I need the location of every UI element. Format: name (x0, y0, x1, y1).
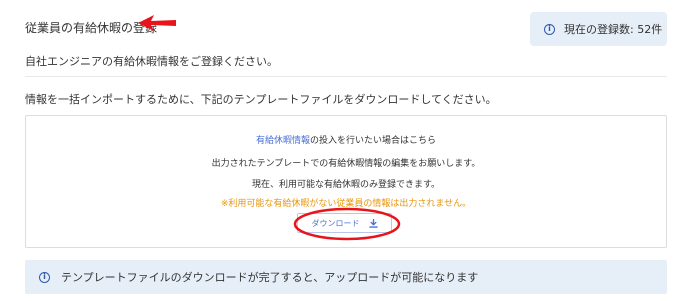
page: 従業員の有給休暇の登録 i 現在の登録数: 52件 自社エンジニアの有給休暇情報… (0, 0, 688, 301)
upload-notice-text: テンプレートファイルのダウンロードが完了すると、アップロードが可能になります (61, 271, 479, 284)
paid-leave-info-link[interactable]: 有給休暇情報 (256, 136, 310, 146)
registration-count-badge: i 現在の登録数: 52件 (530, 12, 667, 46)
page-subtitle: 自社エンジニアの有給休暇情報をご登録ください。 (25, 55, 278, 68)
registration-count-text: 現在の登録数: 52件 (564, 23, 663, 36)
divider (25, 76, 667, 77)
annotation-ellipse (293, 207, 401, 241)
info-icon: i (544, 23, 555, 35)
heading-suffix: の投入を行いたい場合はこちら (310, 136, 437, 146)
instruction-text: 情報を一括インポートするために、下記のテンプレートファイルをダウンロードしてくだ… (25, 93, 497, 106)
annotation-arrow (138, 15, 176, 31)
available-only-note: 現在、利用可能な有給休暇のみ登録できます。 (251, 180, 441, 190)
info-icon: i (39, 271, 50, 283)
download-panel-heading: 有給休暇情報の投入を行いたい場合はこちら (26, 133, 666, 146)
upload-notice: i テンプレートファイルのダウンロードが完了すると、アップロードが可能になります (25, 260, 667, 294)
template-edit-note: 出力されたテンプレートでの有給休暇情報の編集をお願いします。 (211, 159, 481, 169)
